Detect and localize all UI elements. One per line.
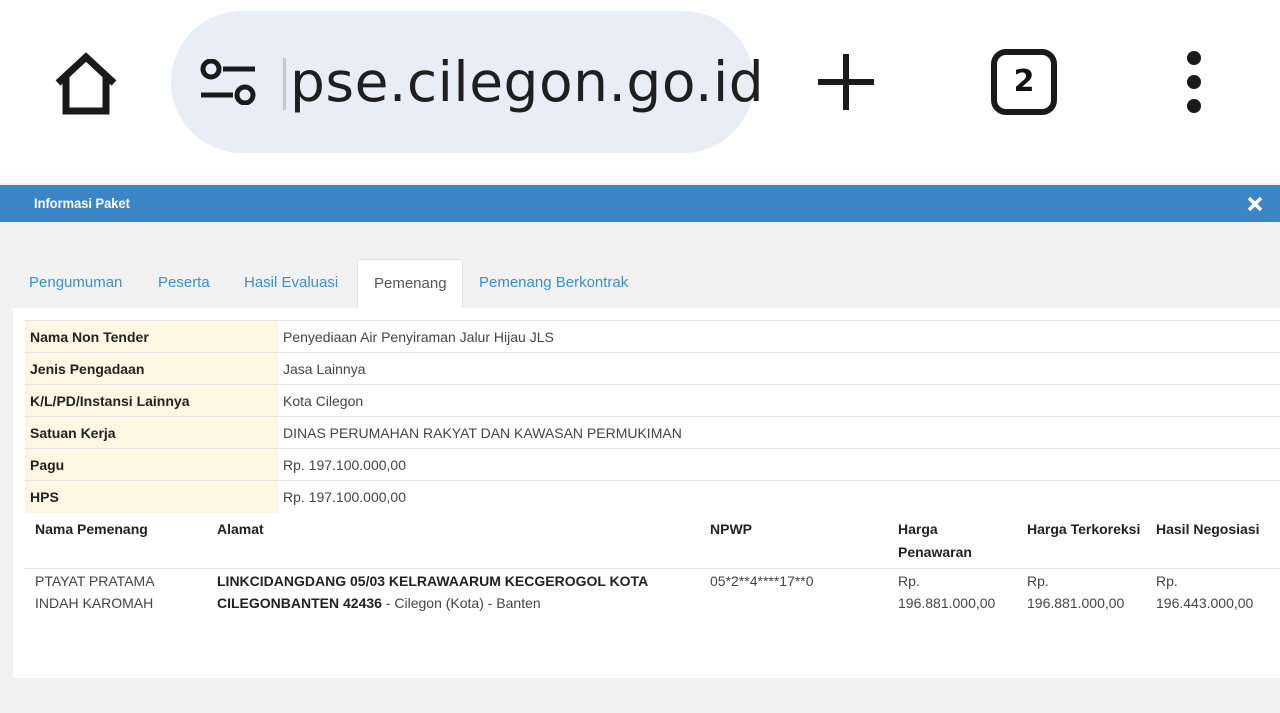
url-bar[interactable]: pse.cilegon.go.id: [171, 11, 764, 153]
package-info-table: Nama Non Tender Penyediaan Air Penyirama…: [25, 320, 1280, 513]
info-label: Nama Non Tender: [25, 320, 278, 353]
tab-bar: Pengumuman Peserta Hasil Evaluasi Pemena…: [14, 259, 1280, 309]
url-text[interactable]: pse.cilegon.go.id: [283, 47, 764, 117]
table-row: Pagu Rp. 197.100.000,00: [25, 448, 1280, 481]
negosiasi-currency: Rp.: [1156, 573, 1178, 589]
info-value: Rp. 197.100.000,00: [278, 448, 1280, 481]
winner-hasil-negosiasi: Rp. 196.443.000,00: [1156, 570, 1253, 614]
close-icon[interactable]: [1246, 195, 1264, 213]
info-label: HPS: [25, 480, 278, 513]
dialog-title: Informasi Paket: [34, 195, 130, 211]
winner-name-line2: INDAH KAROMAH: [35, 595, 154, 611]
winner-address-line1: LINKCIDANGDANG 05/03 KELRAWAARUM KECGERO…: [217, 573, 649, 589]
text-caret: [283, 58, 286, 110]
new-tab-button[interactable]: [814, 50, 878, 114]
header-harga-penawaran-line1: Harga: [898, 521, 938, 537]
header-hasil-negosiasi: Hasil Negosiasi: [1156, 521, 1260, 537]
table-row: Satuan Kerja DINAS PERUMAHAN RAKYAT DAN …: [25, 416, 1280, 449]
winner-address-line2-bold: CILEGONBANTEN 42436: [217, 595, 382, 611]
winner-name: PTAYAT PRATAMA INDAH KAROMAH: [35, 570, 155, 614]
tab-panel: Nama Non Tender Penyediaan Air Penyirama…: [13, 308, 1280, 678]
terkoreksi-amount: 196.881.000,00: [1027, 595, 1125, 611]
info-value: Kota Cilegon: [278, 384, 1280, 417]
dialog-titlebar: Informasi Paket: [0, 185, 1280, 222]
info-value: Jasa Lainnya: [278, 352, 1280, 385]
info-value: Rp. 197.100.000,00: [278, 480, 1280, 513]
info-label: K/L/PD/Instansi Lainnya: [25, 384, 278, 417]
more-vert-icon: [1187, 51, 1201, 113]
winner-harga-penawaran: Rp. 196.881.000,00: [898, 570, 995, 614]
header-npwp: NPWP: [710, 521, 752, 537]
info-value: DINAS PERUMAHAN RAKYAT DAN KAWASAN PERMU…: [278, 416, 1280, 449]
tune-icon[interactable]: [199, 59, 257, 105]
winner-address-line2-rest: - Cilegon (Kota) - Banten: [381, 595, 541, 611]
winner-address: LINKCIDANGDANG 05/03 KELRAWAARUM KECGERO…: [217, 570, 648, 614]
home-icon: [55, 52, 117, 115]
penawaran-currency: Rp.: [898, 573, 920, 589]
header-harga-penawaran: Harga Penawaran: [898, 518, 972, 564]
page-content: Informasi Paket Pengumuman Peserta Hasil…: [0, 183, 1280, 713]
header-harga-terkoreksi: Harga Terkoreksi: [1027, 521, 1141, 537]
tab-hasil-evaluasi[interactable]: Hasil Evaluasi: [244, 259, 338, 309]
browser-toolbar: pse.cilegon.go.id 2: [0, 0, 1280, 183]
winner-name-line1: PTAYAT PRATAMA: [35, 573, 155, 589]
more-menu-button[interactable]: [1176, 50, 1212, 114]
table-row: Nama Non Tender Penyediaan Air Penyirama…: [25, 320, 1280, 353]
tab-pengumuman[interactable]: Pengumuman: [29, 259, 122, 309]
tab-peserta[interactable]: Peserta: [158, 259, 210, 309]
winner-npwp: 05*2**4****17**0: [710, 573, 814, 589]
header-alamat: Alamat: [217, 521, 264, 537]
home-button[interactable]: [48, 45, 124, 121]
info-label: Jenis Pengadaan: [25, 352, 278, 385]
tab-pemenang[interactable]: Pemenang: [357, 259, 463, 309]
header-harga-penawaran-line2: Penawaran: [898, 544, 972, 560]
info-label: Pagu: [25, 448, 278, 481]
penawaran-amount: 196.881.000,00: [898, 595, 996, 611]
plus-icon: [818, 54, 874, 110]
terkoreksi-currency: Rp.: [1027, 573, 1049, 589]
table-row: K/L/PD/Instansi Lainnya Kota Cilegon: [25, 384, 1280, 417]
info-value: Penyediaan Air Penyiraman Jalur Hijau JL…: [278, 320, 1280, 353]
info-label: Satuan Kerja: [25, 416, 278, 449]
winner-harga-terkoreksi: Rp. 196.881.000,00: [1027, 570, 1124, 614]
tab-count: 2: [1013, 64, 1035, 99]
tab-switcher-button[interactable]: 2: [990, 48, 1058, 116]
tab-pemenang-berkontrak[interactable]: Pemenang Berkontrak: [479, 259, 628, 309]
negosiasi-amount: 196.443.000,00: [1156, 595, 1254, 611]
table-row: HPS Rp. 197.100.000,00: [25, 480, 1280, 513]
table-row: Jenis Pengadaan Jasa Lainnya: [25, 352, 1280, 385]
header-divider: [25, 568, 1280, 569]
url-value: pse.cilegon.go.id: [290, 50, 765, 114]
header-nama-pemenang: Nama Pemenang: [35, 521, 148, 537]
